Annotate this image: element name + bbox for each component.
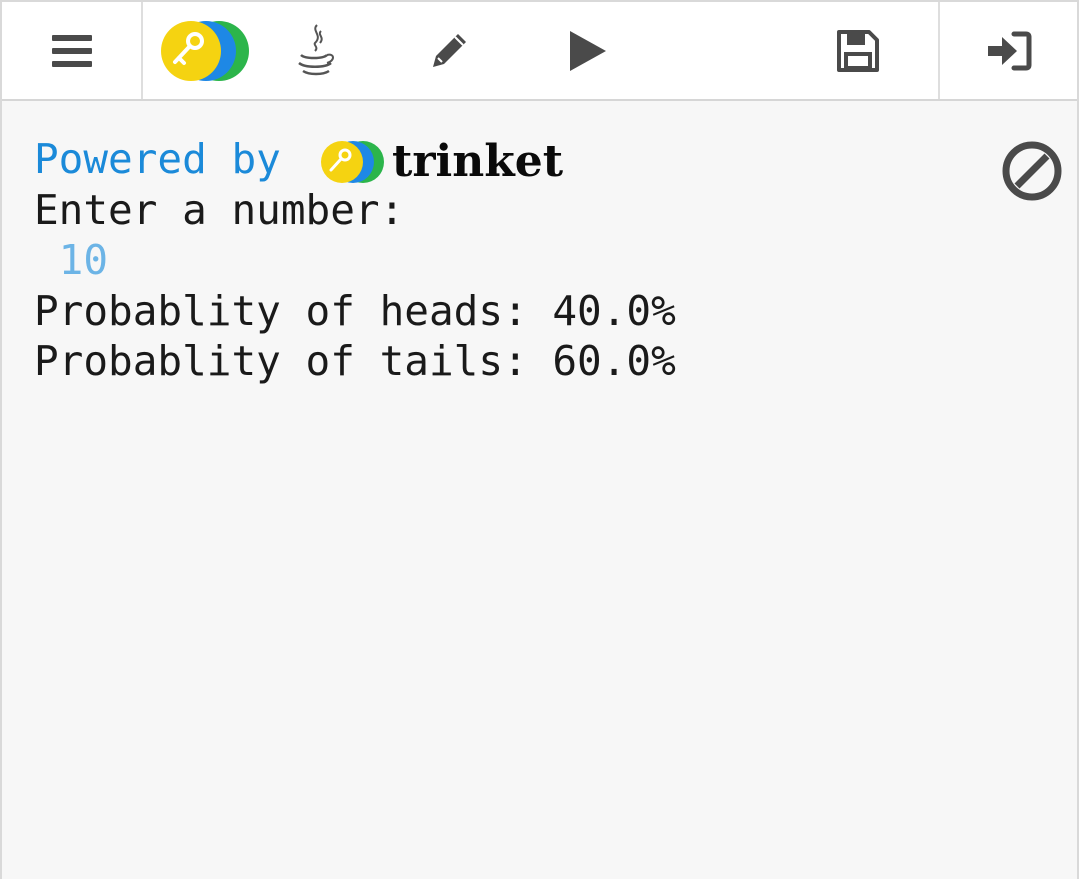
save-button[interactable] [820, 2, 896, 99]
play-icon [570, 30, 606, 71]
trinket-logo-icon [321, 141, 384, 183]
menu-button[interactable] [2, 2, 142, 99]
user-input-value: 10 [34, 236, 109, 284]
java-button[interactable] [280, 2, 350, 99]
trinket-frame: Powered by trinket Enter a number: 10 Pr… [0, 0, 1079, 879]
trinket-brand: trinket [392, 136, 564, 187]
login-button[interactable] [940, 2, 1077, 99]
heads-probability-line: Probablity of heads: 40.0% [34, 287, 676, 335]
save-icon [837, 29, 879, 72]
powered-by-text: Powered by [34, 135, 281, 183]
toolbar [2, 2, 1077, 101]
sign-in-icon [987, 31, 1031, 70]
java-icon [298, 23, 334, 75]
trinket-logo-button[interactable] [152, 2, 256, 99]
prompt-line: Enter a number: [34, 186, 405, 234]
trinket-logo-icon [161, 20, 249, 81]
hamburger-menu-icon [52, 34, 92, 67]
stop-icon[interactable] [1000, 139, 1064, 203]
run-button[interactable] [550, 2, 624, 99]
toolbar-divider [141, 2, 143, 99]
tails-probability-line: Probablity of tails: 60.0% [34, 337, 676, 385]
console-output: Powered by trinket Enter a number: 10 Pr… [2, 101, 1077, 879]
edit-button[interactable] [414, 2, 484, 99]
pencil-icon [433, 33, 466, 67]
